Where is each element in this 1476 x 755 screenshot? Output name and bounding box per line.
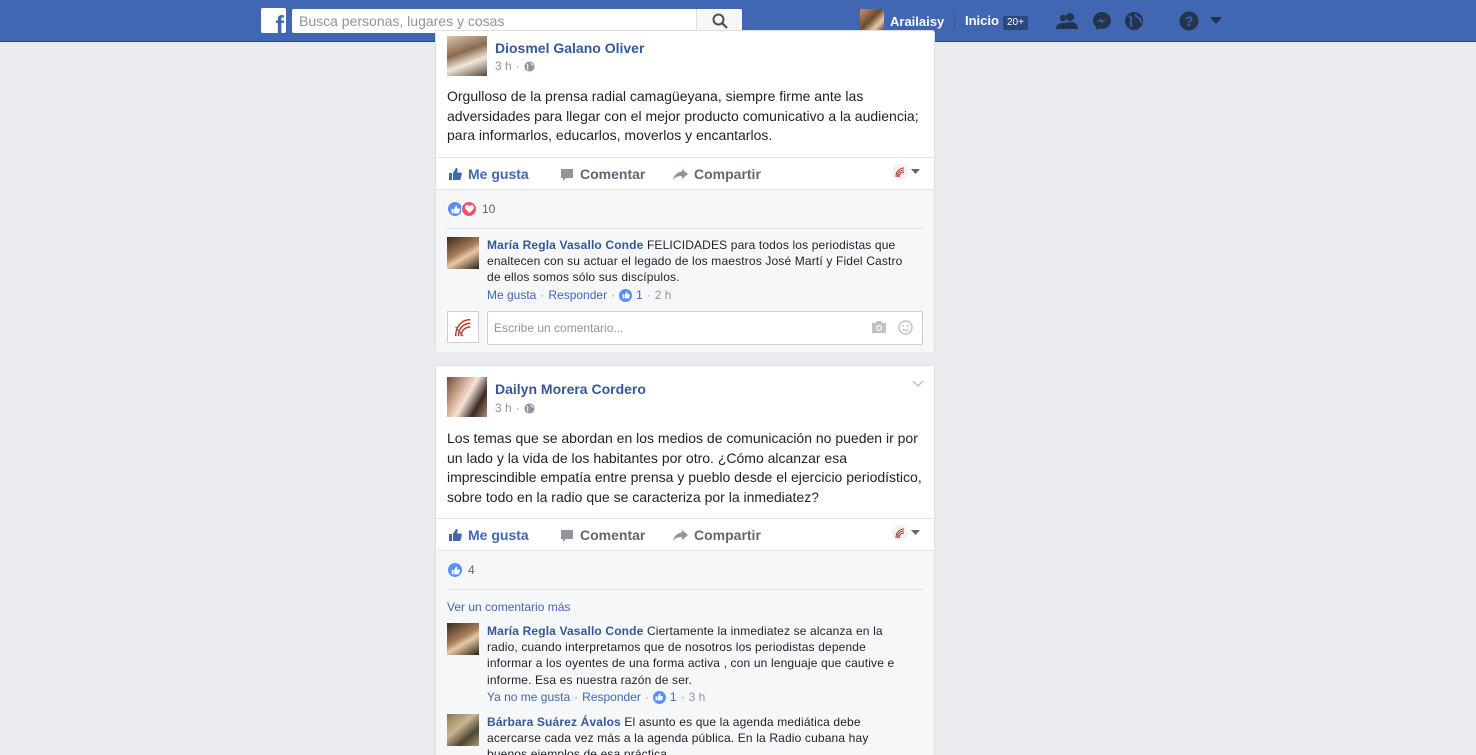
- comment-author-name[interactable]: Bárbara Suárez Ávalos: [487, 715, 621, 729]
- comment-input-box: [487, 311, 923, 345]
- post-text: Orgulloso de la prensa radial camagüeyan…: [447, 88, 919, 143]
- avatar[interactable]: [447, 623, 479, 655]
- avatar[interactable]: [447, 36, 487, 76]
- comment-author-name[interactable]: María Regla Vasallo Conde: [487, 238, 643, 252]
- post-header: Diosmel Galano Oliver 3 h ·: [436, 31, 934, 81]
- comment-icon: [561, 168, 573, 181]
- comment-author-name[interactable]: María Regla Vasallo Conde: [487, 624, 643, 638]
- globe-icon[interactable]: [1123, 10, 1145, 32]
- post-card: Dailyn Morera Cordero 3 h · Los temas que…: [435, 365, 936, 755]
- camera-icon[interactable]: [871, 320, 887, 334]
- like-button[interactable]: Me gusta: [448, 527, 529, 543]
- radio-logo-icon: [892, 164, 908, 180]
- post-timestamp: 3 h ·: [495, 401, 535, 415]
- comment: María Regla Vasallo Conde Ciertamente la…: [447, 623, 923, 705]
- radio-logo-icon: [892, 525, 908, 541]
- like-reaction-icon: [447, 562, 463, 578]
- comment-like-count[interactable]: 1: [636, 288, 643, 302]
- view-more-comments-link[interactable]: Ver un comentario más: [447, 600, 570, 614]
- comment-timestamp[interactable]: 2 h: [655, 288, 672, 302]
- chevron-down-icon: [911, 530, 920, 535]
- avatar[interactable]: [447, 377, 487, 417]
- divider: [447, 228, 923, 229]
- messenger-icon[interactable]: [1091, 10, 1113, 32]
- like-button[interactable]: Me gusta: [448, 166, 529, 182]
- like-reaction-icon: [619, 288, 633, 302]
- timestamp-link[interactable]: 3 h: [495, 401, 512, 415]
- emoji-icon[interactable]: [898, 320, 913, 335]
- comment-body: Bárbara Suárez Ávalos El asunto es que l…: [487, 714, 907, 755]
- facebook-logo-icon[interactable]: f: [261, 8, 286, 33]
- notification-badge: 20+: [1003, 16, 1028, 30]
- page-avatar: [447, 311, 479, 343]
- timestamp-link[interactable]: 3 h: [495, 59, 512, 73]
- comment-actions: Me gusta · Responder · 1 · 2 h: [487, 288, 672, 302]
- comment-button[interactable]: Comentar: [560, 527, 645, 543]
- comments-section: 10 María Regla Vasallo Conde FELICIDADES…: [436, 189, 934, 352]
- reactions-summary[interactable]: 10: [447, 201, 495, 217]
- share-icon: [673, 168, 688, 180]
- comment-like-count[interactable]: 1: [670, 690, 677, 704]
- comment-icon: [561, 529, 573, 542]
- avatar[interactable]: [447, 237, 479, 269]
- chevron-down-icon[interactable]: [912, 380, 924, 388]
- post-timestamp: 3 h ·: [495, 59, 535, 73]
- post-header: Dailyn Morera Cordero 3 h ·: [436, 366, 934, 417]
- comment-actions: Ya no me gusta · Responder · 1 · 3 h: [487, 690, 706, 704]
- svg-text:?: ?: [1185, 13, 1194, 29]
- post-as-selector[interactable]: [892, 525, 920, 541]
- comment-input[interactable]: [488, 312, 848, 344]
- post-text: Los temas que se abordan en los medios d…: [447, 430, 922, 505]
- post-as-selector[interactable]: [892, 164, 920, 180]
- comment-reply-link[interactable]: Responder: [582, 690, 641, 704]
- share-icon: [673, 529, 688, 541]
- comment-like-link[interactable]: Me gusta: [487, 288, 536, 302]
- reaction-count: 4: [468, 563, 475, 577]
- post-author-name[interactable]: Diosmel Galano Oliver: [495, 40, 644, 56]
- reactions-summary[interactable]: 4: [447, 562, 475, 578]
- comment-reply-link[interactable]: Responder: [548, 288, 607, 302]
- home-link[interactable]: Inicio: [965, 13, 999, 28]
- avatar[interactable]: [447, 714, 479, 746]
- comment-body: María Regla Vasallo Conde Ciertamente la…: [487, 623, 907, 688]
- search-icon: [712, 13, 728, 29]
- comment: María Regla Vasallo Conde FELICIDADES pa…: [447, 237, 923, 307]
- comment-body: María Regla Vasallo Conde FELICIDADES pa…: [487, 237, 907, 286]
- comments-section: 4 Ver un comentario más María Regla Vasa…: [436, 550, 934, 755]
- thumbs-up-icon: [449, 168, 462, 180]
- like-reaction-icon: [652, 690, 666, 704]
- divider: [954, 13, 955, 29]
- comment: Bárbara Suárez Ávalos El asunto es que l…: [447, 714, 923, 755]
- help-icon[interactable]: ?: [1178, 10, 1200, 32]
- friends-icon[interactable]: [1056, 10, 1078, 32]
- thumbs-up-icon: [449, 529, 462, 541]
- globe-icon: [524, 60, 535, 72]
- post-actions: Me gusta Comentar Compartir: [436, 518, 936, 550]
- divider: [447, 589, 923, 590]
- user-name: Arailaisy: [890, 13, 945, 29]
- dropdown-arrow-icon[interactable]: [1205, 10, 1227, 32]
- post-author-name[interactable]: Dailyn Morera Cordero: [495, 381, 646, 397]
- share-button[interactable]: Compartir: [673, 527, 761, 543]
- love-reaction-icon: [461, 201, 477, 217]
- chevron-down-icon: [911, 169, 920, 174]
- share-button[interactable]: Compartir: [673, 166, 761, 182]
- comment-button[interactable]: Comentar: [560, 166, 645, 182]
- comment-unlike-link[interactable]: Ya no me gusta: [487, 690, 570, 704]
- comment-timestamp[interactable]: 3 h: [689, 690, 706, 704]
- post-actions: Me gusta Comentar Compartir: [436, 157, 936, 189]
- reaction-count: 10: [482, 202, 496, 216]
- post-card: Diosmel Galano Oliver 3 h · Orgulloso de …: [435, 30, 936, 352]
- comment-composer: [447, 311, 923, 345]
- globe-icon: [524, 402, 535, 414]
